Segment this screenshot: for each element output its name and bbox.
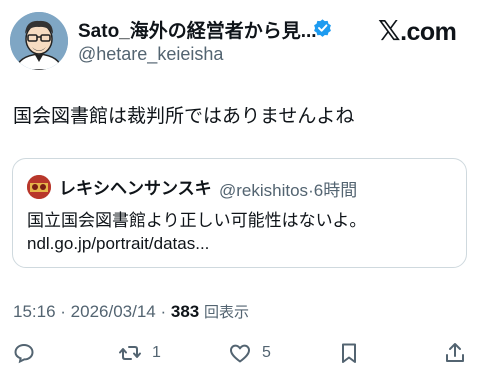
author-handle[interactable]: @hetare_keieisha bbox=[78, 44, 223, 65]
verified-badge-icon[interactable] bbox=[312, 18, 333, 39]
post-header: Sato_海外の経営者から見... @hetare_keieisha 𝕏.com bbox=[0, 0, 480, 80]
repost-icon bbox=[119, 346, 141, 360]
repost-button[interactable]: 1 bbox=[118, 339, 161, 367]
share-button[interactable] bbox=[443, 339, 467, 367]
share-icon bbox=[446, 343, 464, 362]
view-count: 383 bbox=[170, 302, 200, 321]
quoted-author-handle[interactable]: @rekishitos bbox=[219, 181, 308, 200]
author-avatar[interactable] bbox=[10, 12, 68, 70]
bookmark-icon bbox=[342, 343, 356, 363]
author-display-name[interactable]: Sato_海外の経営者から見... bbox=[78, 16, 317, 43]
quoted-author-avatar[interactable] bbox=[27, 175, 51, 199]
logo-text: .com bbox=[400, 18, 457, 46]
post-date[interactable]: 2026/03/14 bbox=[71, 302, 156, 321]
view-count-label: 回表示 bbox=[203, 304, 249, 321]
quoted-author-meta: @rekishitos·6時間 bbox=[219, 176, 357, 201]
action-bar: 1 5 bbox=[0, 335, 480, 371]
quoted-avatar-image-icon bbox=[27, 175, 51, 199]
like-count: 5 bbox=[262, 344, 271, 361]
quoted-author-name[interactable]: レキシヘンサンスキ bbox=[59, 174, 212, 199]
post-meta: 15:16 · 2026/03/14 · 383 回表示 bbox=[13, 302, 249, 321]
repost-count: 1 bbox=[152, 344, 161, 361]
quoted-post-time: 6時間 bbox=[313, 181, 358, 200]
reply-button[interactable] bbox=[12, 339, 46, 367]
like-button[interactable]: 5 bbox=[228, 339, 271, 367]
quoted-post-text: 国立国会図書館より正しい可能性はないよ。 bbox=[27, 211, 367, 230]
reply-icon bbox=[14, 343, 34, 364]
avatar-illustration-icon bbox=[10, 12, 68, 70]
x-logo[interactable]: 𝕏.com bbox=[378, 14, 457, 47]
bookmark-button[interactable] bbox=[337, 339, 361, 367]
heart-icon bbox=[230, 344, 250, 363]
quoted-post-card[interactable]: レキシヘンサンスキ @rekishitos·6時間 国立国会図書館より正しい可能… bbox=[12, 158, 467, 268]
post-text: 国会図書館は裁判所ではありませんよね bbox=[13, 106, 355, 127]
post-time[interactable]: 15:16 bbox=[13, 302, 56, 321]
x-logo-icon: 𝕏 bbox=[378, 15, 401, 46]
quoted-post-link[interactable]: ndl.go.jp/portrait/datas... bbox=[27, 234, 209, 254]
